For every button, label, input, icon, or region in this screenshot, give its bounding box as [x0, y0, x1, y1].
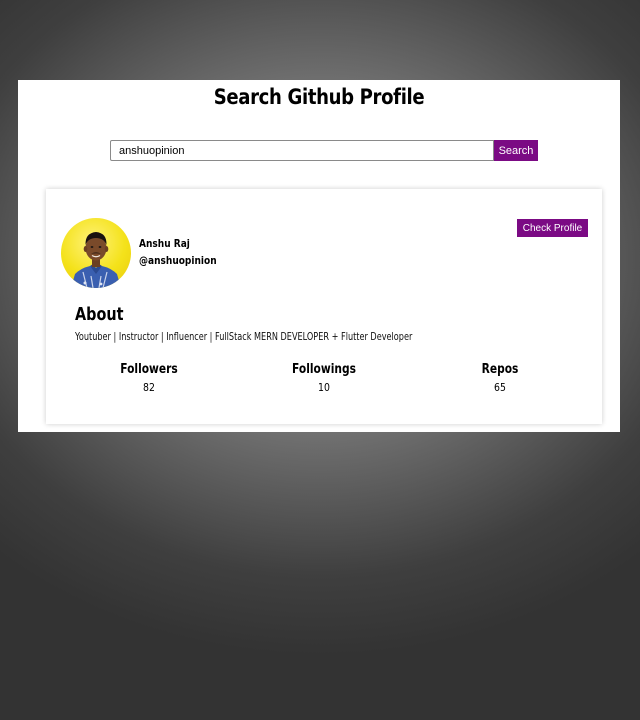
profile-name: Anshu Raj	[139, 237, 190, 250]
avatar-image	[71, 232, 121, 288]
about-heading: About	[75, 304, 124, 325]
stat-followings: Followings 10	[254, 361, 394, 396]
stat-label: Repos	[481, 362, 519, 377]
page-title: Search Github Profile	[213, 85, 425, 109]
app-container: Search Github Profile Search	[18, 80, 620, 432]
stat-value: 65	[494, 381, 506, 394]
stat-followers: Followers 82	[79, 361, 219, 396]
stat-label: Followers	[120, 362, 178, 377]
stat-label: Followings	[292, 362, 356, 377]
about-text: Youtuber | Instructor | Influencer | Ful…	[75, 330, 413, 343]
stat-repos: Repos 65	[430, 361, 570, 396]
stat-value: 82	[143, 381, 155, 394]
profile-card: Anshu Raj @anshuopinion Check Profile Ab…	[46, 189, 602, 424]
stat-value: 10	[318, 381, 330, 394]
search-button[interactable]: Search	[494, 140, 538, 161]
profile-username: @anshuopinion	[139, 254, 217, 267]
check-profile-button[interactable]: Check Profile	[517, 219, 588, 237]
avatar	[61, 218, 131, 288]
search-input[interactable]	[110, 140, 494, 161]
